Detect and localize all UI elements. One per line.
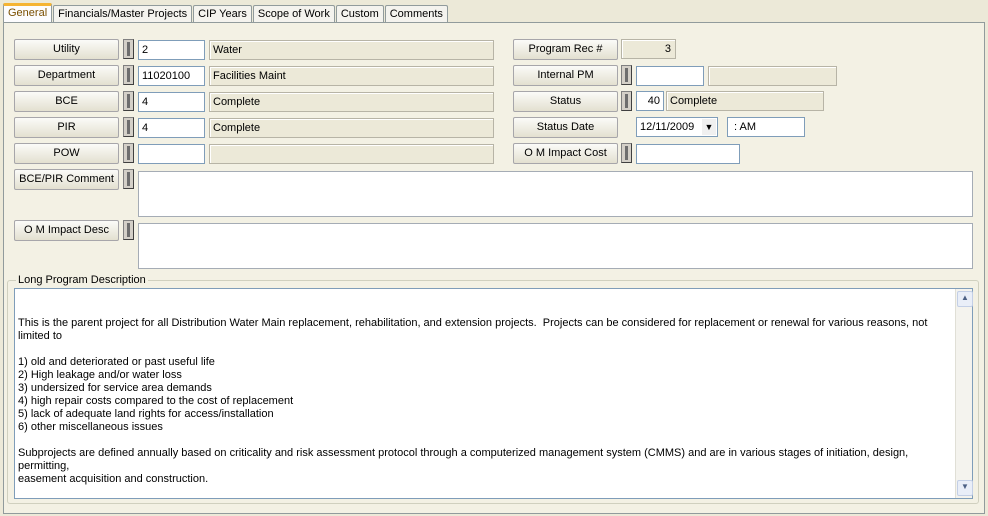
pow-lookup-tab[interactable] <box>123 143 134 163</box>
department-button[interactable]: Department <box>14 65 119 86</box>
scroll-up-arrow-icon[interactable]: ▲ <box>957 291 973 307</box>
pow-description <box>209 144 494 164</box>
department-lookup-tab[interactable] <box>123 65 134 85</box>
status-lookup-tab[interactable] <box>621 91 632 111</box>
program-rec-value: 3 <box>621 39 676 59</box>
om-impact-desc-lookup-tab[interactable] <box>123 220 134 240</box>
pow-button[interactable]: POW <box>14 143 119 164</box>
tab-scope-of-work[interactable]: Scope of Work <box>252 5 335 23</box>
status-date-button[interactable]: Status Date <box>513 117 618 138</box>
bce-description: Complete <box>209 92 494 112</box>
department-description: Facilities Maint <box>209 66 494 86</box>
pir-lookup-tab[interactable] <box>123 117 134 137</box>
long-description-group-label: Long Program Description <box>16 274 148 287</box>
pir-description: Complete <box>209 118 494 138</box>
pow-code-field[interactable] <box>138 144 205 164</box>
internal-pm-code-field[interactable] <box>636 66 704 86</box>
program-rec-button[interactable]: Program Rec # <box>513 39 618 60</box>
pir-button[interactable]: PIR <box>14 117 119 138</box>
utility-button[interactable]: Utility <box>14 39 119 60</box>
status-date-picker[interactable]: 12/11/2009 ▼ <box>636 117 718 137</box>
department-code-field[interactable]: 11020100 <box>138 66 205 86</box>
tab-strip: General Financials/Master Projects CIP Y… <box>3 3 449 23</box>
tab-comments[interactable]: Comments <box>384 5 448 23</box>
internal-pm-lookup-tab[interactable] <box>621 65 632 85</box>
bce-code-field[interactable]: 4 <box>138 92 205 112</box>
status-button[interactable]: Status <box>513 91 618 112</box>
status-description: Complete <box>666 91 824 111</box>
om-impact-desc-field[interactable] <box>138 223 973 269</box>
bce-button[interactable]: BCE <box>14 91 119 112</box>
tab-financials-master-projects[interactable]: Financials/Master Projects <box>53 5 193 23</box>
bce-pir-comment-lookup-tab[interactable] <box>123 169 134 189</box>
utility-code-field[interactable]: 2 <box>138 40 205 60</box>
om-impact-cost-lookup-tab[interactable] <box>621 143 632 163</box>
vertical-scrollbar[interactable]: ▲ ▼ <box>955 289 973 498</box>
tab-cip-years[interactable]: CIP Years <box>193 5 252 23</box>
long-description-textarea[interactable]: This is the parent project for all Distr… <box>14 288 973 499</box>
internal-pm-description <box>708 66 837 86</box>
long-description-text: This is the parent project for all Distr… <box>18 317 928 485</box>
pir-code-field[interactable]: 4 <box>138 118 205 138</box>
bce-pir-comment-button[interactable]: BCE/PIR Comment <box>14 169 119 190</box>
bce-lookup-tab[interactable] <box>123 91 134 111</box>
chevron-down-icon[interactable]: ▼ <box>702 119 716 135</box>
status-date-value: 12/11/2009 <box>640 121 695 133</box>
om-impact-cost-button[interactable]: O M Impact Cost <box>513 143 618 164</box>
tab-general[interactable]: General <box>3 3 53 23</box>
bce-pir-comment-field[interactable] <box>138 171 973 217</box>
internal-pm-button[interactable]: Internal PM <box>513 65 618 86</box>
status-time-field[interactable]: : AM <box>727 117 805 137</box>
om-impact-cost-field[interactable] <box>636 144 740 164</box>
tab-custom[interactable]: Custom <box>335 5 384 23</box>
utility-description: Water <box>209 40 494 60</box>
om-impact-desc-button[interactable]: O M Impact Desc <box>14 220 119 241</box>
utility-lookup-tab[interactable] <box>123 39 134 59</box>
scroll-down-arrow-icon[interactable]: ▼ <box>957 480 973 496</box>
status-code-field[interactable]: 40 <box>636 91 664 111</box>
